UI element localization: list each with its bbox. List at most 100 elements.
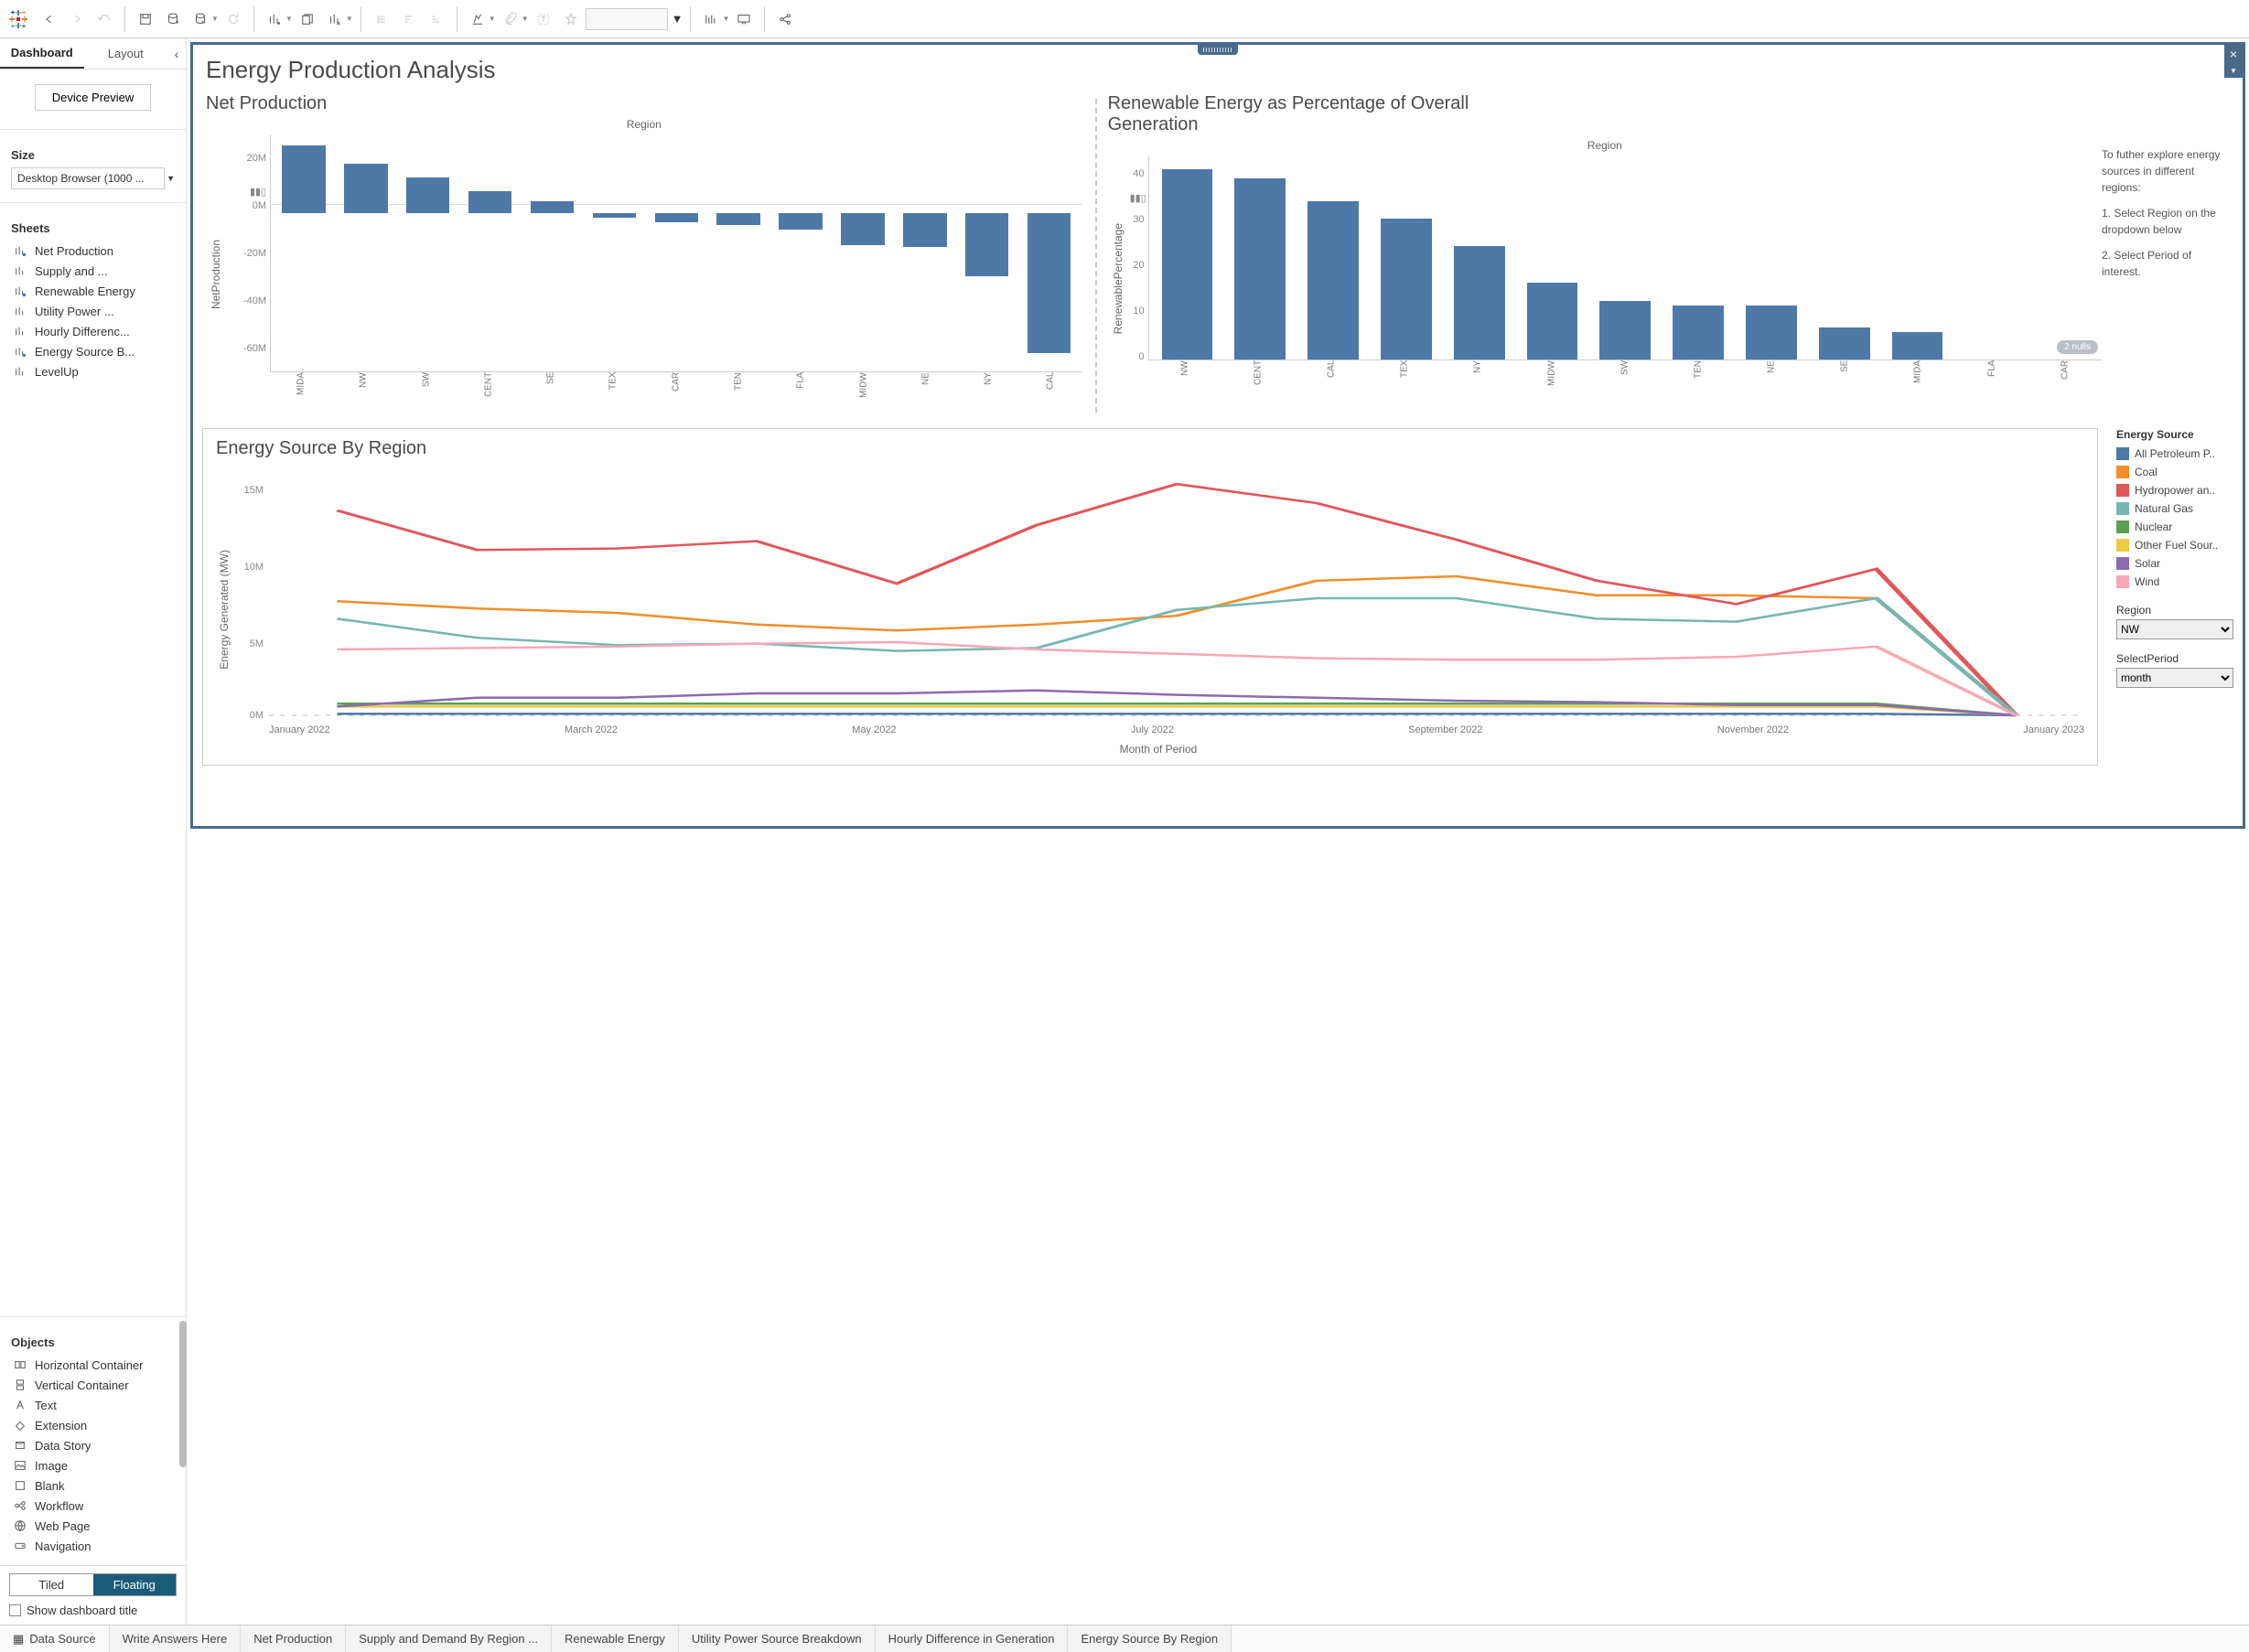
legend-item[interactable]: Nuclear bbox=[2116, 518, 2233, 536]
renewable-plot[interactable]: 2 nulls bbox=[1148, 156, 2102, 360]
sheet-item[interactable]: Hourly Differenc... bbox=[11, 321, 175, 341]
bar[interactable] bbox=[344, 164, 388, 213]
chart-type-icon[interactable]: ▮▮▯ bbox=[1130, 192, 1146, 204]
region-filter-select[interactable]: NW bbox=[2116, 619, 2233, 639]
bar[interactable] bbox=[1599, 301, 1651, 359]
sheet-item[interactable]: Renewable Energy bbox=[11, 281, 175, 301]
sheet-item[interactable]: Net Production bbox=[11, 241, 175, 261]
size-select[interactable]: Desktop Browser (1000 ... bbox=[11, 167, 165, 189]
legend-item[interactable]: Coal bbox=[2116, 463, 2233, 481]
new-worksheet-button[interactable] bbox=[262, 6, 287, 32]
presentation-mode-button[interactable] bbox=[731, 6, 757, 32]
dashboard-canvas[interactable]: × ▼ Energy Production Analysis Net Produ… bbox=[190, 42, 2245, 829]
toggle-floating[interactable]: Floating bbox=[93, 1574, 177, 1595]
size-select-caret[interactable]: ▼ bbox=[167, 174, 175, 183]
dashboard-close-button[interactable]: × bbox=[2224, 45, 2243, 63]
renewable-viz[interactable]: Renewable Energy as Percentage of Overal… bbox=[1095, 90, 2243, 422]
bar[interactable] bbox=[779, 213, 823, 229]
share-button[interactable] bbox=[772, 6, 798, 32]
bottom-tab[interactable]: Hourly Difference in Generation bbox=[876, 1625, 1069, 1652]
bar[interactable] bbox=[655, 213, 699, 222]
revert-button[interactable] bbox=[91, 6, 117, 32]
bar[interactable] bbox=[1307, 201, 1359, 359]
bar[interactable] bbox=[1162, 169, 1213, 359]
bar[interactable] bbox=[593, 213, 637, 218]
object-navigation[interactable]: Navigation bbox=[11, 1536, 175, 1556]
fit-button[interactable] bbox=[698, 6, 724, 32]
pause-dropdown-caret[interactable]: ▼ bbox=[211, 15, 219, 23]
bottom-tab[interactable]: Write Answers Here bbox=[110, 1625, 242, 1652]
bar[interactable] bbox=[406, 177, 450, 213]
bottom-tab[interactable]: Utility Power Source Breakdown bbox=[679, 1625, 876, 1652]
legend-item[interactable]: Solar bbox=[2116, 554, 2233, 573]
objects-scrollbar[interactable] bbox=[179, 1321, 187, 1467]
sort-desc-button[interactable] bbox=[424, 6, 449, 32]
chart-type-icon[interactable]: ▮▮▯ bbox=[250, 186, 266, 198]
highlight-caret[interactable]: ▼ bbox=[489, 15, 496, 23]
toggle-tiled[interactable]: Tiled bbox=[10, 1574, 93, 1595]
legend-item[interactable]: Hydropower an.. bbox=[2116, 481, 2233, 499]
bar[interactable] bbox=[282, 145, 326, 213]
favorite-button[interactable] bbox=[558, 6, 584, 32]
filter-box[interactable] bbox=[586, 8, 668, 30]
object-text[interactable]: Text bbox=[11, 1395, 175, 1415]
undo-button[interactable] bbox=[37, 6, 62, 32]
legend-item[interactable]: All Petroleum P.. bbox=[2116, 445, 2233, 463]
attach-button[interactable] bbox=[498, 6, 523, 32]
bottom-tab[interactable]: Net Production bbox=[241, 1625, 346, 1652]
object-workflow[interactable]: Workflow bbox=[11, 1496, 175, 1516]
object-image[interactable]: Image bbox=[11, 1455, 175, 1475]
attach-caret[interactable]: ▼ bbox=[522, 15, 529, 23]
object-data-story[interactable]: Data Story bbox=[11, 1435, 175, 1455]
device-preview-button[interactable]: Device Preview bbox=[35, 84, 152, 111]
object-extension[interactable]: Extension bbox=[11, 1415, 175, 1435]
bar[interactable] bbox=[1673, 306, 1724, 359]
bar[interactable] bbox=[1381, 219, 1432, 359]
sort-asc-button[interactable] bbox=[396, 6, 422, 32]
bar[interactable] bbox=[903, 213, 947, 247]
redo-button[interactable] bbox=[64, 6, 90, 32]
duplicate-button[interactable] bbox=[295, 6, 320, 32]
collapse-panel-button[interactable]: ‹ bbox=[167, 38, 186, 69]
text-tool-button[interactable] bbox=[531, 6, 556, 32]
dashboard-menu-button[interactable]: ▼ bbox=[2224, 63, 2243, 78]
bar[interactable] bbox=[1819, 327, 1870, 359]
nulls-badge[interactable]: 2 nulls bbox=[2057, 340, 2098, 354]
swap-button[interactable] bbox=[369, 6, 394, 32]
period-filter-select[interactable]: month bbox=[2116, 668, 2233, 688]
bar[interactable] bbox=[716, 213, 760, 224]
object-web-page[interactable]: Web Page bbox=[11, 1516, 175, 1536]
sheet-item[interactable]: Energy Source B... bbox=[11, 341, 175, 361]
fit-caret[interactable]: ▼ bbox=[722, 15, 729, 23]
sheet-item[interactable]: LevelUp bbox=[11, 361, 175, 381]
tiled-floating-toggle[interactable]: Tiled Floating bbox=[9, 1573, 177, 1596]
clear-caret[interactable]: ▼ bbox=[346, 15, 353, 23]
object-vertical-container[interactable]: Vertical Container bbox=[11, 1375, 175, 1395]
net-production-viz[interactable]: Net Production Region NetProduction ▮▮▯ … bbox=[193, 90, 1095, 422]
bar[interactable] bbox=[841, 213, 885, 245]
object-blank[interactable]: Blank bbox=[11, 1475, 175, 1496]
new-data-source-button[interactable] bbox=[160, 6, 186, 32]
new-worksheet-caret[interactable]: ▼ bbox=[285, 15, 293, 23]
bar[interactable] bbox=[1234, 178, 1286, 359]
bottom-tab[interactable]: Renewable Energy bbox=[552, 1625, 679, 1652]
sheet-item[interactable]: Supply and ... bbox=[11, 261, 175, 281]
tab-layout[interactable]: Layout bbox=[84, 38, 168, 69]
bar[interactable] bbox=[468, 191, 512, 214]
refresh-button[interactable] bbox=[221, 6, 246, 32]
line-series[interactable] bbox=[337, 484, 2016, 715]
energy-source-plot[interactable] bbox=[269, 463, 2084, 719]
bar[interactable] bbox=[1746, 306, 1797, 359]
energy-source-viz[interactable]: Energy Source By Region Energy Generated… bbox=[202, 428, 2098, 766]
dashboard-drag-handle[interactable] bbox=[1198, 45, 1238, 55]
highlight-button[interactable] bbox=[465, 6, 490, 32]
bottom-tab-data-source[interactable]: ▦Data Source bbox=[0, 1625, 110, 1652]
tab-dashboard[interactable]: Dashboard bbox=[0, 38, 84, 69]
legend-item[interactable]: Natural Gas bbox=[2116, 499, 2233, 518]
net-production-plot[interactable] bbox=[270, 134, 1082, 372]
save-button[interactable] bbox=[133, 6, 158, 32]
bar[interactable] bbox=[965, 213, 1009, 276]
bar[interactable] bbox=[1028, 213, 1071, 353]
show-dashboard-title-checkbox[interactable]: Show dashboard title bbox=[9, 1604, 177, 1617]
bar[interactable] bbox=[1454, 246, 1505, 359]
